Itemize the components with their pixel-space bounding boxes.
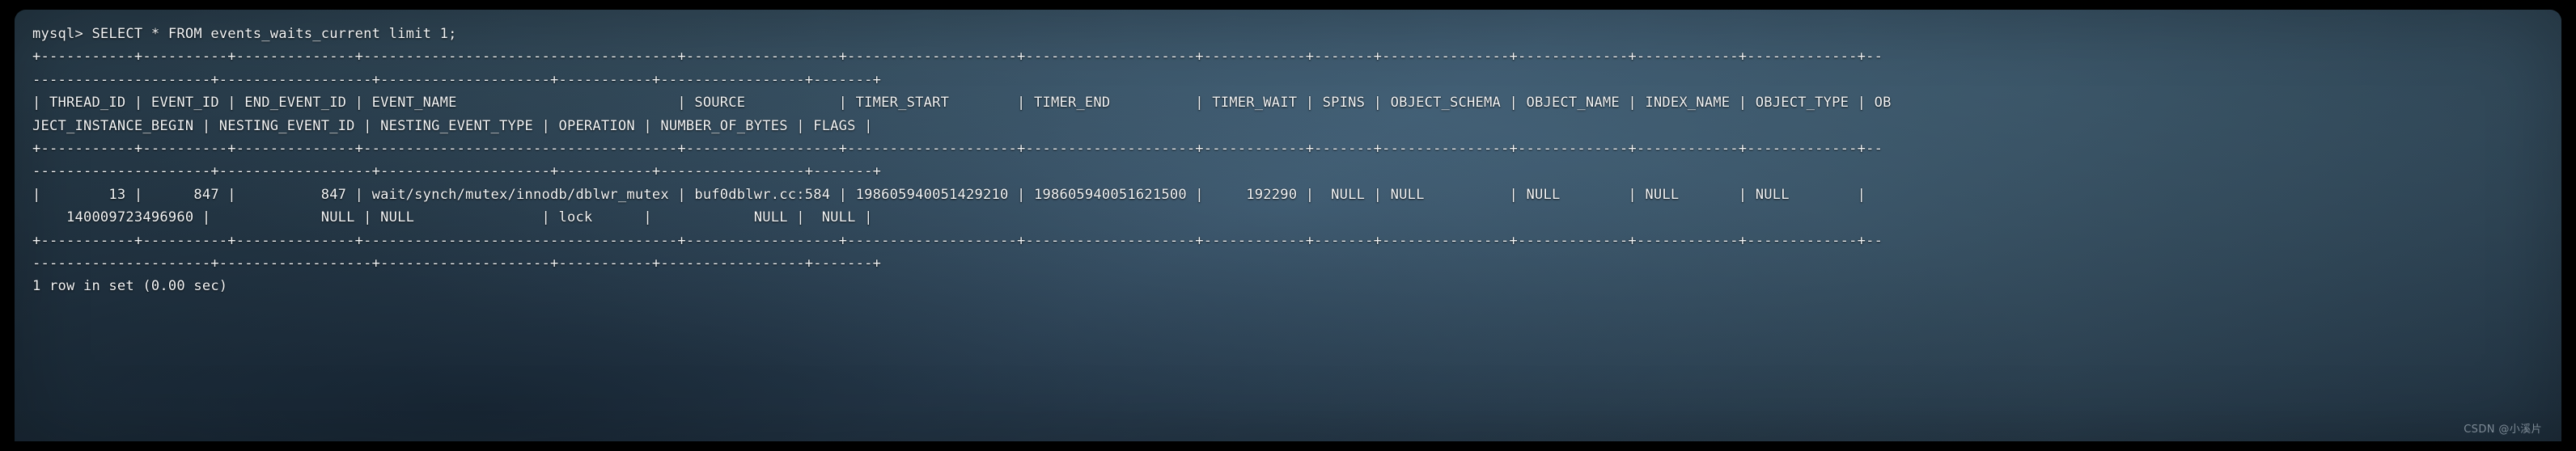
status-line: 1 row in set (0.00 sec) [32, 278, 228, 295]
watermark: CSDN @小溪片 [2464, 424, 2542, 436]
header-separator-line-2: ---------------------+------------------… [32, 163, 882, 180]
table-top-border-line-2: ---------------------+------------------… [32, 71, 882, 88]
column-header-line-2: JECT_INSTANCE_BEGIN | NESTING_EVENT_ID |… [32, 117, 873, 134]
table-bottom-border-line-2: ---------------------+------------------… [32, 255, 882, 272]
column-header-line-1: | THREAD_ID | EVENT_ID | END_EVENT_ID | … [32, 95, 1892, 112]
prompt-line: mysql> SELECT * FROM events_waits_curren… [32, 26, 457, 42]
console-output[interactable]: mysql> SELECT * FROM events_waits_curren… [15, 10, 2561, 298]
table-row-line-1: | 13 | 847 | 847 | wait/synch/mutex/inno… [32, 186, 1866, 203]
terminal-window[interactable]: mysql> SELECT * FROM events_waits_curren… [15, 10, 2561, 441]
table-top-border-line-1: +-----------+----------+--------------+-… [32, 48, 1883, 65]
table-bottom-border-line-1: +-----------+----------+--------------+-… [32, 232, 1883, 249]
table-row-line-2: 140009723496960 | NULL | NULL | lock | N… [32, 209, 873, 226]
header-separator-line-1: +-----------+----------+--------------+-… [32, 140, 1883, 157]
